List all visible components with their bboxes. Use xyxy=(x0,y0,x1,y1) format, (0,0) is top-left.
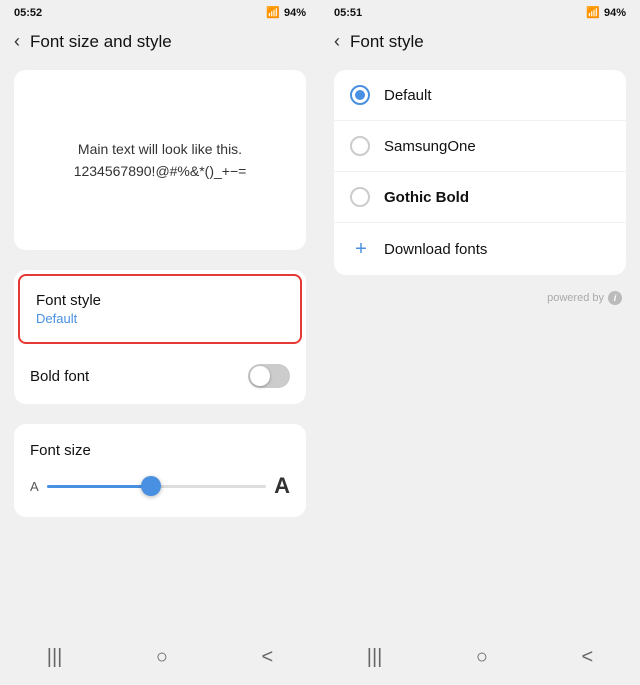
powered-by-text: powered by xyxy=(547,292,604,304)
right-page-title: Font style xyxy=(350,32,424,52)
slider-thumb[interactable] xyxy=(141,476,161,496)
font-style-value: Default xyxy=(36,311,284,326)
left-status-bar: 05:52 📶 94% xyxy=(0,0,320,23)
radio-default-fill xyxy=(355,90,365,100)
left-home-nav[interactable]: ○ xyxy=(156,646,168,669)
font-option-samsungone[interactable]: SamsungOne xyxy=(334,121,626,172)
left-bottom-nav: ||| ○ < xyxy=(0,634,320,685)
right-bottom-nav: ||| ○ < xyxy=(320,634,640,685)
bold-font-item[interactable]: Bold font xyxy=(14,348,306,404)
preview-line2: 1234567890!@#%&*()_+−= xyxy=(74,160,247,182)
left-back-nav[interactable]: < xyxy=(262,646,274,669)
right-time: 05:51 xyxy=(334,7,362,19)
font-option-gothicbold-label: Gothic Bold xyxy=(384,189,469,206)
font-style-card: Default SamsungOne Gothic Bold + Downloa… xyxy=(334,70,626,275)
left-page-title: Font size and style xyxy=(30,32,172,52)
font-option-default[interactable]: Default xyxy=(334,70,626,121)
plus-icon: + xyxy=(350,238,372,260)
right-status-bar: 05:51 📶 94% xyxy=(320,0,640,23)
right-menu-nav[interactable]: ||| xyxy=(367,646,383,669)
left-signal-icon: 📶 xyxy=(266,6,280,19)
font-option-gothicbold[interactable]: Gothic Bold xyxy=(334,172,626,223)
bold-font-toggle[interactable] xyxy=(248,364,290,388)
left-time: 05:52 xyxy=(14,7,42,19)
left-panel: 05:52 📶 94% ‹ Font size and style Main t… xyxy=(0,0,320,685)
left-menu-nav[interactable]: ||| xyxy=(47,646,63,669)
left-back-icon[interactable]: ‹ xyxy=(14,31,20,52)
font-style-item[interactable]: Font style Default xyxy=(18,274,302,344)
slider-large-a: A xyxy=(274,473,290,499)
right-back-nav[interactable]: < xyxy=(582,646,594,669)
font-style-label: Font style xyxy=(36,292,284,309)
font-option-samsungone-label: SamsungOne xyxy=(384,138,476,155)
download-fonts-label: Download fonts xyxy=(384,241,487,258)
right-home-nav[interactable]: ○ xyxy=(476,646,488,669)
download-fonts-item[interactable]: + Download fonts xyxy=(334,223,626,275)
radio-gothicbold[interactable] xyxy=(350,187,370,207)
powered-by-icon: i xyxy=(608,291,622,305)
slider-fill xyxy=(47,485,146,488)
preview-text: Main text will look like this. 123456789… xyxy=(74,138,247,183)
slider-row: A A xyxy=(30,473,290,499)
preview-card: Main text will look like this. 123456789… xyxy=(14,70,306,250)
font-style-list: Font style Default Bold font xyxy=(14,270,306,404)
bold-font-label: Bold font xyxy=(30,368,89,385)
left-status-icons: 📶 94% xyxy=(266,6,306,19)
right-top-bar: ‹ Font style xyxy=(320,23,640,60)
right-battery: 94% xyxy=(604,7,626,19)
font-size-card: Font size A A xyxy=(14,424,306,517)
radio-default[interactable] xyxy=(350,85,370,105)
left-battery: 94% xyxy=(284,7,306,19)
right-signal-icon: 📶 xyxy=(586,6,600,19)
right-back-icon[interactable]: ‹ xyxy=(334,31,340,52)
font-size-label: Font size xyxy=(30,442,290,459)
left-top-bar: ‹ Font size and style xyxy=(0,23,320,60)
slider-small-a: A xyxy=(30,479,39,494)
font-option-default-label: Default xyxy=(384,87,432,104)
right-status-icons: 📶 94% xyxy=(586,6,626,19)
right-panel: 05:51 📶 94% ‹ Font style Default Samsung… xyxy=(320,0,640,685)
radio-samsungone[interactable] xyxy=(350,136,370,156)
powered-by-row: powered by i xyxy=(320,285,640,311)
preview-line1: Main text will look like this. xyxy=(74,138,247,160)
font-size-slider[interactable] xyxy=(47,485,266,488)
